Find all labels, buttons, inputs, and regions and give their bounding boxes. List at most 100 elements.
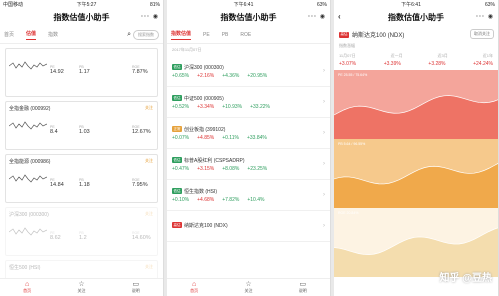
tab-bar: 指数估值 PE PB ROE xyxy=(167,26,330,44)
pe-value: 8.4 xyxy=(50,129,58,135)
search-area[interactable]: ⌕ 搜索指数 xyxy=(127,30,159,40)
pe-value: 8.62 xyxy=(50,235,61,241)
home-icon: ⌂ xyxy=(192,281,197,288)
tab-valuation[interactable]: 估值 xyxy=(26,30,37,40)
bottom-info[interactable]: ▭ 说明 xyxy=(299,281,307,294)
bottom-nav: ⌂ 首页 ☆ 关注 ▭ 说明 xyxy=(0,278,163,296)
bottom-home[interactable]: ⌂ 首页 xyxy=(23,281,31,294)
carrier: 中国移动 xyxy=(3,2,24,8)
chevron-right-icon: › xyxy=(323,130,325,136)
index-card[interactable]: 全指能源 (000986) 关注 PE 14.84 PB 1.18 ROE 7.95% xyxy=(5,154,158,203)
section-label: 指数涨幅 xyxy=(339,43,355,48)
status-badge: 正常 xyxy=(172,126,182,132)
bottom-info[interactable]: ▭ 说明 xyxy=(132,281,140,294)
follow-badge[interactable]: 关注 xyxy=(145,211,153,217)
pe-value: 14.92 xyxy=(50,69,64,75)
index-name: 纳斯达克100 (NDX) xyxy=(352,33,405,39)
follow-badge[interactable]: 关注 xyxy=(145,158,153,164)
valuation-chart: ROE 20.84% xyxy=(334,208,498,277)
battery: 81% xyxy=(149,1,160,8)
index-header: 高估 纳斯达克100 (NDX) 取消关注 xyxy=(334,26,498,43)
search-input[interactable]: 搜索指数 xyxy=(133,30,159,40)
pe-value: 14.84 xyxy=(50,182,64,188)
time: 下午6:41 xyxy=(401,2,421,8)
index-row[interactable]: 低估 恒生指数 (HSI) +0.10% +4.68% +7.82% +10.4… xyxy=(167,180,330,211)
stats-values: +3.07% +3.39% +3.28% +24.24% xyxy=(339,61,493,67)
stats-labels: 11月07日 近一月 近3月 近1年 xyxy=(339,53,493,58)
sparkline xyxy=(9,174,47,183)
index-row[interactable]: 高估 纳斯达克100 (NDX) › xyxy=(167,211,330,242)
tab-pe[interactable]: PE xyxy=(203,32,210,38)
tab-roe[interactable]: ROE xyxy=(240,32,251,38)
chevron-right-icon: › xyxy=(323,68,325,74)
tab-index-valuation[interactable]: 指数估值 xyxy=(171,30,192,40)
chart-label: ROE 20.84% xyxy=(338,211,359,215)
index-row[interactable]: 低估 沪深300 (000300) +0.65% +2.16% +4.36% +… xyxy=(167,56,330,87)
index-row[interactable]: 低估 中证500 (000905) +0.52% +3.34% +10.93% … xyxy=(167,87,330,118)
more-icon[interactable]: ··· ◉ xyxy=(308,13,326,20)
follow-badge[interactable]: 关注 xyxy=(145,105,153,111)
roe-value: 14.60% xyxy=(132,235,151,241)
more-icon[interactable]: ··· ◉ xyxy=(141,13,159,20)
search-icon[interactable]: ⌕ xyxy=(127,31,131,39)
more-icon[interactable]: ··· ◉ xyxy=(476,13,494,20)
star-icon: ☆ xyxy=(78,281,85,288)
phone-screen-3: 下午6:41 63% ‹ 指数估值小助手 ··· ◉ 高估 纳斯达克100 (N… xyxy=(334,0,499,296)
area-plot xyxy=(334,95,498,139)
status-bar: 中国移动 下午5:27 81% xyxy=(0,0,163,9)
chevron-right-icon: › xyxy=(323,161,325,167)
valuation-charts: PE 25.55 / 75.64% PB 5.64 / 96.55% ROE 2… xyxy=(334,70,498,277)
chevron-right-icon: › xyxy=(323,99,325,105)
nav-bar: 指数估值小助手 ··· ◉ xyxy=(167,9,330,26)
tab-pb[interactable]: PB xyxy=(222,32,229,38)
home-icon: ⌂ xyxy=(25,281,30,288)
sparkline xyxy=(9,227,47,236)
status-badge: 低估 xyxy=(172,95,182,101)
tab-bar: 首页 估值 指数 ⌕ 搜索指数 xyxy=(0,26,163,44)
chart-label: PE 25.55 / 75.64% xyxy=(338,73,368,77)
valuation-chart: PB 5.64 / 96.55% xyxy=(334,139,498,208)
star-icon: ☆ xyxy=(245,281,252,288)
index-row[interactable]: 正常 创业板指 (399102) +0.07% +4.85% +0.11% +3… xyxy=(167,118,330,149)
card-title: 全指能源 (000986) xyxy=(9,159,51,165)
time: 下午6:41 xyxy=(233,2,254,8)
pb-value: 1.03 xyxy=(79,129,90,135)
index-card[interactable]: PE 14.92 PB 1.17 ROE 7.87% xyxy=(5,48,158,97)
tab-index[interactable]: 指数 xyxy=(48,31,58,38)
nav-bar: ‹ 指数估值小助手 ··· ◉ xyxy=(334,9,498,26)
bottom-follow[interactable]: ☆ 关注 xyxy=(77,281,85,294)
roe-value: 7.95% xyxy=(132,182,148,188)
bottom-home[interactable]: ⌂ 首页 xyxy=(190,281,198,294)
index-card[interactable]: 全指金融 (000992) 关注 PE 8.4 PB 1.03 ROE 12.67% xyxy=(5,101,158,150)
app-title: 指数估值小助手 xyxy=(220,13,277,22)
area-plot xyxy=(334,227,498,277)
date-label: 2017年11月07日 xyxy=(172,47,202,52)
index-name: 恒生指数 (HSI) xyxy=(184,188,218,195)
index-list: 低估 沪深300 (000300) +0.65% +2.16% +4.36% +… xyxy=(167,56,330,242)
watermark: 知乎 @豆热 xyxy=(439,273,492,284)
status-badge: 低估 xyxy=(172,188,182,194)
roe-value: 12.67% xyxy=(132,129,151,135)
bottom-follow[interactable]: ☆ 关注 xyxy=(244,281,252,294)
index-name: 沪深300 (000300) xyxy=(184,64,224,71)
index-name: 纳斯达克100 (NDX) xyxy=(184,222,228,229)
status-badge: 高估 xyxy=(172,222,182,228)
nav-bar: 指数估值小助手 ··· ◉ xyxy=(0,9,163,26)
index-name: 创业板指 (399102) xyxy=(184,126,226,133)
index-row[interactable]: 低估 标普A股红利 (CSPSADRP) +0.47% +3.15% +8.08… xyxy=(167,149,330,180)
area-plot xyxy=(334,163,498,208)
back-icon[interactable]: ‹ xyxy=(338,12,341,21)
status-bar: 下午6:41 63% xyxy=(167,0,330,9)
tab-home[interactable]: 首页 xyxy=(4,31,14,38)
unfollow-button[interactable]: 取消关注 xyxy=(470,29,494,39)
app-title: 指数估值小助手 xyxy=(53,13,110,22)
app-title: 指数估值小助手 xyxy=(388,13,444,22)
status-bar: 下午6:41 63% xyxy=(334,0,498,9)
sparkline xyxy=(9,61,47,70)
follow-badge[interactable]: 关注 xyxy=(145,264,153,270)
card-title: 恒生500 (HSI) xyxy=(9,265,41,271)
battery: 63% xyxy=(316,1,327,8)
pb-value: 1.18 xyxy=(79,182,90,188)
bottom-nav: ⌂ 首页 ☆ 关注 ▭ 说明 xyxy=(167,278,330,296)
index-card[interactable]: 沪深300 (000300) 关注 PE 8.62 PB 1.2 ROE 14.60% xyxy=(5,207,158,256)
